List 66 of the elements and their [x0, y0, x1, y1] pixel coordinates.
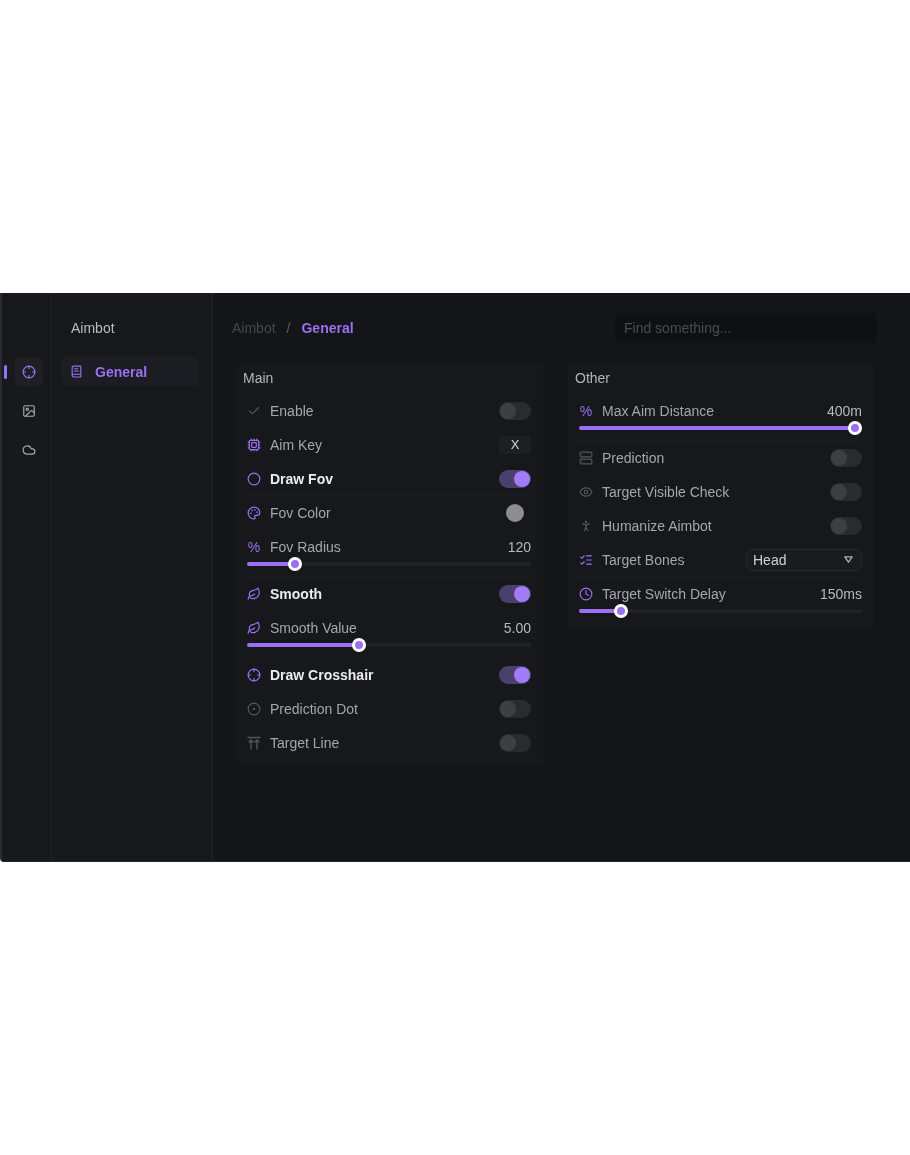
book-icon — [70, 365, 83, 378]
key-binding[interactable]: X — [499, 435, 531, 454]
setting-value: 5.00 — [503, 620, 531, 636]
setting-label: Smooth Value — [270, 620, 358, 636]
setting-label: Aim Key — [270, 436, 324, 453]
setting-label: Smooth — [270, 585, 324, 602]
setting-label: Draw Fov — [270, 470, 334, 487]
clock-icon — [579, 587, 593, 601]
circle-dot-icon — [247, 701, 261, 716]
panel-title: Other — [575, 368, 611, 388]
breadcrumb-separator: / — [286, 320, 291, 336]
caret-icon — [844, 556, 853, 563]
setting-label: Enable — [270, 402, 315, 419]
crosshair-icon — [247, 667, 261, 682]
percent-sign: % — [579, 403, 593, 419]
setting-label: Draw Crosshair — [270, 666, 375, 683]
percent-sign: % — [247, 539, 261, 555]
breadcrumb-link[interactable]: General — [301, 320, 354, 336]
sidebar-title: Aimbot — [70, 319, 116, 338]
slider-thumb[interactable] — [613, 604, 628, 618]
setting-label: Target Bones — [602, 551, 686, 568]
slider-thumb[interactable] — [287, 557, 302, 571]
chip-icon — [247, 437, 261, 452]
color-swatch-icon[interactable] — [506, 503, 524, 522]
crosshair-icon — [22, 364, 36, 379]
dropdown-select[interactable]: Head — [746, 548, 862, 571]
toggle-switch[interactable] — [830, 448, 862, 467]
setting-label: Target Switch Delay — [602, 586, 727, 602]
setting-label: Target Visible Check — [602, 483, 731, 500]
toggle-switch[interactable] — [499, 469, 531, 488]
active-indicator — [4, 364, 7, 379]
setting-label: Max Aim Distance — [602, 403, 716, 419]
leaf-icon — [247, 621, 261, 635]
sidebar-item[interactable]: General — [61, 357, 199, 386]
dropdown-value: Head — [753, 551, 787, 568]
setting-label: Target Line — [270, 734, 341, 751]
toggle-switch[interactable] — [499, 699, 531, 718]
panel-title: Main — [243, 368, 275, 388]
setting-label: Prediction — [602, 449, 666, 466]
rail-button[interactable] — [15, 357, 43, 386]
toggle-switch[interactable] — [830, 516, 862, 535]
setting-value: 150ms — [819, 586, 862, 602]
server-icon — [579, 450, 593, 465]
toggle-switch[interactable] — [499, 401, 531, 420]
setting-value: 120 — [507, 539, 531, 555]
search-field[interactable]: Find something... — [615, 313, 877, 343]
setting-value: 400m — [826, 403, 862, 419]
palette-icon — [247, 505, 261, 520]
slider-thumb[interactable] — [848, 421, 862, 435]
arrows-up-to-line-icon — [247, 735, 261, 750]
toggle-switch[interactable] — [499, 665, 531, 684]
slider-thumb[interactable] — [352, 638, 367, 652]
toggle-switch[interactable] — [499, 584, 531, 603]
person-icon — [579, 518, 593, 533]
setting-label: Prediction Dot — [270, 700, 359, 717]
setting-label: Humanize Aimbot — [602, 517, 713, 534]
image-icon — [22, 403, 36, 418]
eye-icon — [579, 484, 593, 499]
circle-icon — [247, 471, 261, 486]
setting-label: Fov Radius — [270, 539, 342, 555]
leaf-icon — [247, 586, 261, 601]
setting-label: Fov Color — [270, 504, 332, 521]
toggle-switch[interactable] — [499, 733, 531, 752]
cloud-icon — [22, 442, 36, 457]
toggle-switch[interactable] — [830, 482, 862, 501]
list-checks-icon — [579, 552, 593, 567]
